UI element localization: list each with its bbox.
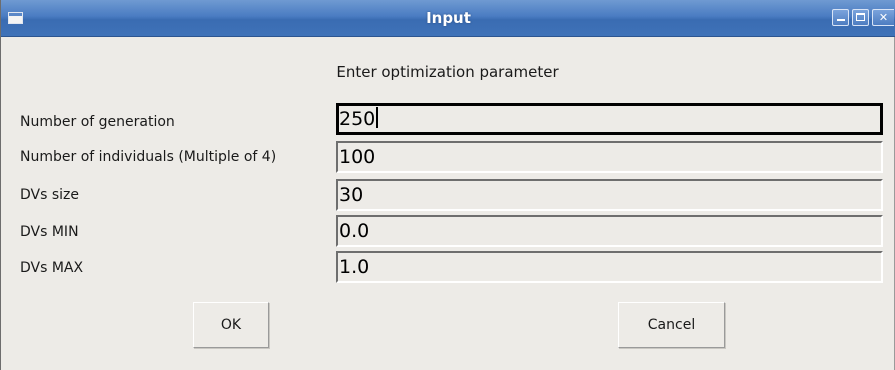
minimize-icon — [837, 19, 845, 21]
text-cursor — [376, 107, 379, 128]
individuals-input-value: 100 — [339, 146, 376, 168]
dvs-size-input[interactable]: 30 — [336, 179, 883, 211]
maximize-button[interactable] — [852, 9, 869, 26]
close-button[interactable]: ✕ — [872, 9, 894, 26]
dvs-max-input-value: 1.0 — [339, 256, 370, 278]
maximize-icon — [856, 13, 865, 21]
generation-input[interactable]: 250 — [336, 103, 883, 135]
dvs-min-label: DVs MIN — [20, 224, 79, 240]
dialog-heading: Enter optimization parameter — [336, 63, 559, 81]
dvs-max-label: DVs MAX — [20, 260, 84, 276]
ok-button[interactable]: OK — [193, 302, 269, 348]
generation-label: Number of generation — [20, 114, 175, 130]
dvs-size-label: DVs size — [20, 187, 80, 203]
generation-input-value: 250 — [339, 108, 376, 130]
minimize-button[interactable] — [832, 9, 849, 26]
dvs-size-input-value: 30 — [339, 184, 364, 206]
cancel-button[interactable]: Cancel — [618, 302, 725, 348]
individuals-label: Number of individuals (Multiple of 4) — [20, 149, 277, 165]
input-dialog-window: Input ✕ Enter optimization parameter Num… — [0, 0, 895, 370]
dvs-min-input-value: 0.0 — [339, 220, 370, 242]
individuals-input[interactable]: 100 — [336, 141, 883, 173]
title-bar[interactable]: Input ✕ — [1, 0, 895, 37]
window-title: Input — [426, 9, 471, 27]
dvs-max-input[interactable]: 1.0 — [336, 251, 883, 283]
dvs-min-input[interactable]: 0.0 — [336, 215, 883, 247]
close-icon: ✕ — [878, 11, 889, 24]
